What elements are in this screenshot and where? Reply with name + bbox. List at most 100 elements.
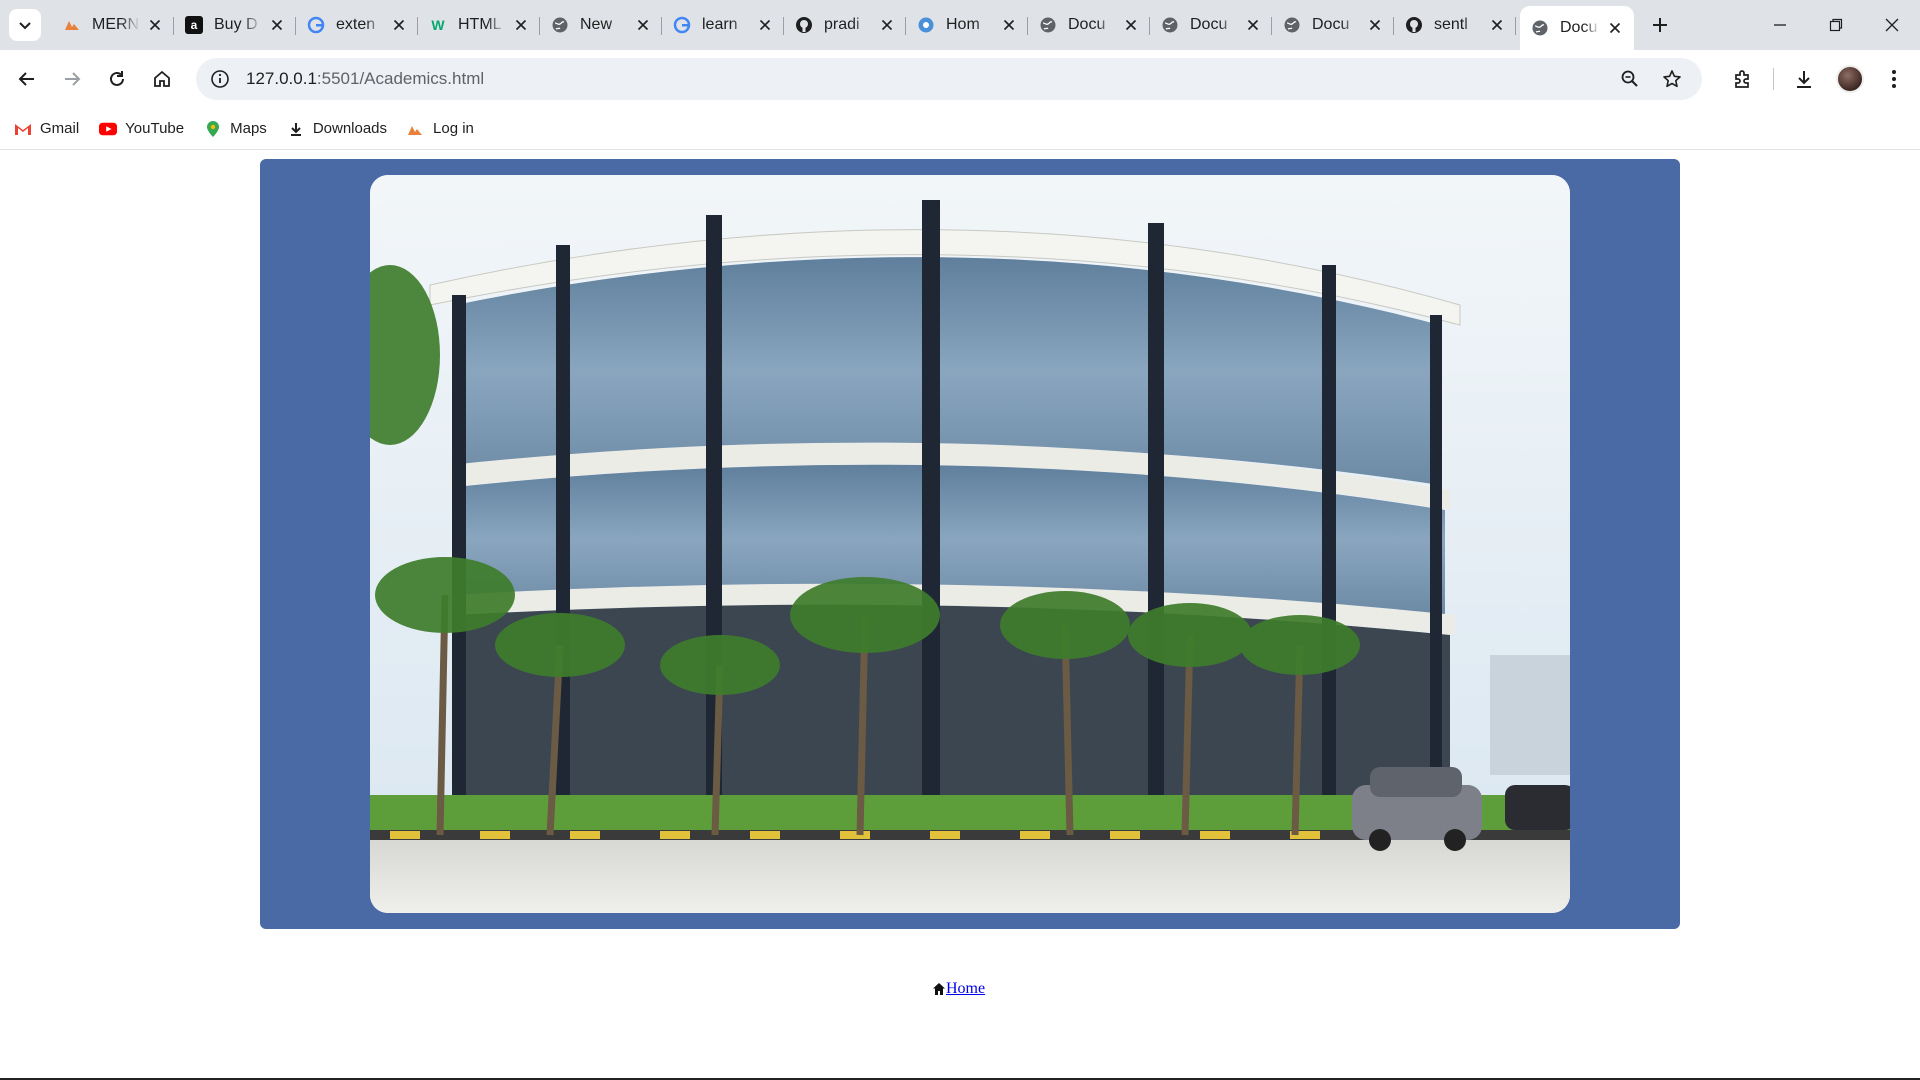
info-icon bbox=[211, 70, 229, 88]
close-tab-icon[interactable] bbox=[634, 16, 652, 34]
bookmarks-bar: Gmail YouTube Maps Downloads Log in bbox=[0, 108, 1920, 150]
close-tab-icon[interactable] bbox=[146, 16, 164, 34]
browser-tab[interactable]: sentl bbox=[1394, 6, 1516, 44]
bookmark-label: Gmail bbox=[40, 120, 80, 137]
close-tab-icon[interactable] bbox=[390, 16, 408, 34]
minimize-icon bbox=[1774, 24, 1786, 26]
new-tab-button[interactable] bbox=[1642, 7, 1678, 43]
profile-button[interactable] bbox=[1834, 63, 1866, 95]
address-bar[interactable]: 127.0.0.1:5501/Academics.html bbox=[196, 58, 1702, 100]
tab-title: HTML bbox=[458, 16, 502, 33]
tab-search-button[interactable] bbox=[9, 9, 41, 41]
zoom-button[interactable] bbox=[1614, 63, 1646, 95]
close-tab-icon[interactable] bbox=[1366, 16, 1384, 34]
url-path: :5501/Academics.html bbox=[316, 69, 485, 88]
close-tab-icon[interactable] bbox=[1122, 16, 1140, 34]
close-tab-icon[interactable] bbox=[756, 16, 774, 34]
page-viewport: Home bbox=[0, 150, 1920, 1080]
globe-icon bbox=[1530, 18, 1550, 38]
download-icon bbox=[287, 120, 305, 138]
close-window-button[interactable] bbox=[1864, 0, 1920, 50]
tab-separator bbox=[1515, 17, 1516, 35]
browser-tab[interactable]: Docu bbox=[1028, 6, 1150, 44]
browser-tab[interactable]: New bbox=[540, 6, 662, 44]
close-icon bbox=[1885, 18, 1899, 32]
tab-title: exten bbox=[336, 16, 376, 33]
tab-title: Docu bbox=[1068, 16, 1106, 33]
tab-title: Docu bbox=[1312, 16, 1350, 33]
globe-icon bbox=[550, 15, 570, 35]
restore-button[interactable] bbox=[1808, 0, 1864, 50]
site-info-button[interactable] bbox=[204, 63, 236, 95]
back-button[interactable] bbox=[11, 63, 43, 95]
amazon-icon: a bbox=[184, 15, 204, 35]
menu-button[interactable] bbox=[1878, 63, 1910, 95]
bookmark-log-in[interactable]: Log in bbox=[407, 120, 474, 138]
globe-icon bbox=[1038, 15, 1058, 35]
globe-icon bbox=[1160, 15, 1180, 35]
mern-icon bbox=[62, 15, 82, 35]
browser-tab[interactable]: learn bbox=[662, 6, 784, 44]
w-icon: W bbox=[428, 15, 448, 35]
toolbar-divider bbox=[1773, 68, 1774, 90]
home-link-wrapper: Home bbox=[932, 980, 985, 998]
google-icon bbox=[672, 15, 692, 35]
bookmark-label: Downloads bbox=[312, 120, 388, 137]
arrow-left-icon bbox=[18, 72, 34, 86]
bookmark-youtube[interactable]: YouTube bbox=[99, 120, 184, 138]
bookmark-maps[interactable]: Maps bbox=[204, 120, 267, 138]
more-vertical-icon bbox=[1892, 70, 1896, 88]
tab-title: Buy D bbox=[214, 16, 258, 33]
tab-title: Docu bbox=[1560, 19, 1598, 36]
browser-tab[interactable]: MERN bbox=[52, 6, 174, 44]
url-text: 127.0.0.1:5501/Academics.html bbox=[246, 69, 484, 89]
tab-title: sentl bbox=[1434, 16, 1468, 33]
close-tab-icon[interactable] bbox=[512, 16, 530, 34]
bookmark-label: Log in bbox=[433, 120, 474, 137]
plus-icon bbox=[1653, 18, 1667, 32]
home-icon bbox=[933, 983, 945, 995]
bookmark-star-button[interactable] bbox=[1656, 63, 1688, 95]
browser-tab[interactable]: Docu bbox=[1150, 6, 1272, 44]
window-controls bbox=[1752, 0, 1920, 50]
tab-strip: MERN a Buy D exten W HTML New learn pradi Hom Docu… bbox=[0, 0, 1920, 50]
forward-button[interactable] bbox=[56, 63, 88, 95]
chevron-down-icon bbox=[19, 22, 31, 30]
tab-title: learn bbox=[702, 16, 738, 33]
close-tab-icon[interactable] bbox=[1606, 19, 1624, 37]
browser-tab[interactable]: W HTML bbox=[418, 6, 540, 44]
browser-tab[interactable]: Docu bbox=[1520, 6, 1634, 50]
svg-text:a: a bbox=[191, 18, 198, 32]
browser-tab[interactable]: Docu bbox=[1272, 6, 1394, 44]
close-tab-icon[interactable] bbox=[1244, 16, 1262, 34]
bookmark-label: YouTube bbox=[125, 120, 185, 137]
avatar bbox=[1836, 65, 1864, 93]
close-tab-icon[interactable] bbox=[268, 16, 286, 34]
close-tab-icon[interactable] bbox=[878, 16, 896, 34]
globe-icon bbox=[1282, 15, 1302, 35]
url-host: 127.0.0.1 bbox=[246, 69, 317, 88]
puzzle-icon bbox=[1735, 70, 1749, 88]
browser-tab[interactable]: pradi bbox=[784, 6, 906, 44]
bookmark-downloads[interactable]: Downloads bbox=[287, 120, 387, 138]
downloads-button[interactable] bbox=[1788, 63, 1820, 95]
reload-icon bbox=[110, 71, 124, 86]
youtube-icon bbox=[99, 120, 118, 138]
bookmark-gmail[interactable]: Gmail bbox=[14, 120, 79, 138]
login-icon bbox=[407, 120, 425, 138]
home-link[interactable]: Home bbox=[946, 980, 985, 998]
extensions-button[interactable] bbox=[1727, 63, 1759, 95]
close-tab-icon[interactable] bbox=[1000, 16, 1018, 34]
minimize-button[interactable] bbox=[1752, 0, 1808, 50]
home-button[interactable] bbox=[146, 63, 178, 95]
building-illustration bbox=[370, 175, 1570, 913]
arrow-right-icon bbox=[65, 72, 81, 86]
image-banner bbox=[260, 159, 1680, 929]
browser-tab[interactable]: exten bbox=[296, 6, 418, 44]
reload-button[interactable] bbox=[101, 63, 133, 95]
home-outline-icon bbox=[154, 70, 170, 87]
gmail-icon bbox=[14, 120, 32, 138]
browser-tab[interactable]: a Buy D bbox=[174, 6, 296, 44]
browser-tab[interactable]: Hom bbox=[906, 6, 1028, 44]
close-tab-icon[interactable] bbox=[1488, 16, 1506, 34]
